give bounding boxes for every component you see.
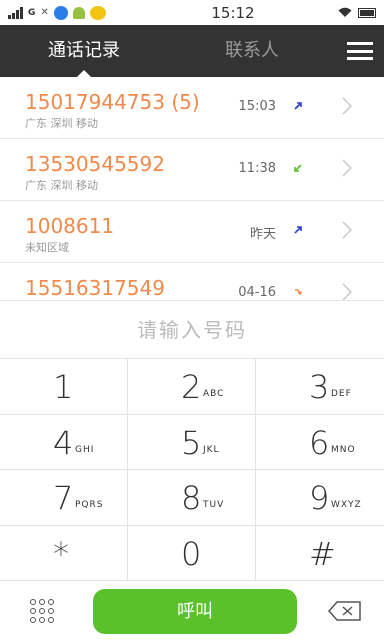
- network-type: G: [28, 7, 36, 18]
- key-7[interactable]: 7 PQRS: [0, 469, 128, 525]
- key-digit: 1: [53, 368, 74, 406]
- key-3[interactable]: 3 DEF: [256, 358, 384, 414]
- call-location: 广东 深圳 移动: [25, 179, 98, 192]
- key-letters: PQRS: [75, 500, 104, 510]
- key-letters: GHI: [75, 444, 95, 455]
- key-letters: MNO: [331, 444, 356, 455]
- key-4[interactable]: 4 GHI: [0, 413, 128, 469]
- key-9[interactable]: 9 WXYZ: [256, 469, 384, 525]
- call-button[interactable]: 呼叫: [93, 589, 297, 634]
- key-letters: ABC: [203, 389, 225, 399]
- key-hash[interactable]: #: [256, 524, 384, 581]
- call-number: 15516317549: [25, 276, 165, 300]
- call-location: 广东 深圳 移动: [25, 117, 98, 130]
- app-notification-icon: [53, 5, 68, 20]
- key-8[interactable]: 8 TUV: [128, 469, 256, 525]
- call-log-row[interactable]: 15516317549 04-16: [0, 263, 384, 300]
- top-tab-bar: 通话记录 联系人: [0, 25, 384, 77]
- key-1[interactable]: 1: [0, 358, 128, 414]
- key-digit: #: [309, 534, 336, 573]
- key-digit: 4: [53, 423, 74, 462]
- key-digit: *: [53, 534, 69, 573]
- key-digit: 3: [309, 368, 330, 406]
- key-letters: TUV: [203, 500, 225, 510]
- chevron-right-icon[interactable]: [342, 283, 353, 300]
- call-number: 13530545592: [25, 152, 165, 176]
- tab-call-log[interactable]: 通话记录: [0, 25, 168, 77]
- call-number: 1008611: [25, 214, 115, 238]
- call-time: 昨天: [249, 227, 276, 242]
- call-time: 11:38: [238, 161, 276, 176]
- call-location: 未知区域: [25, 241, 69, 254]
- signal-icon: [8, 6, 23, 19]
- call-log-list: 15017944753 (5) 广东 深圳 移动 15:03 135305455…: [0, 77, 384, 300]
- call-number: 15017944753 (5): [25, 90, 200, 114]
- call-log-row[interactable]: 1008611 未知区域 昨天: [0, 201, 384, 263]
- keypad-toggle-icon[interactable]: [30, 599, 54, 623]
- key-5[interactable]: 5 JKL: [128, 413, 256, 469]
- number-input-placeholder: 请输入号码: [137, 318, 247, 342]
- tab-contacts[interactable]: 联系人: [168, 25, 336, 77]
- chevron-right-icon[interactable]: [342, 97, 353, 115]
- bottom-action-bar: 呼叫: [0, 580, 384, 640]
- chevron-right-icon[interactable]: [342, 221, 353, 239]
- key-digit: 7: [53, 479, 74, 517]
- call-time: 15:03: [238, 99, 276, 114]
- call-time: 04-16: [238, 285, 276, 300]
- key-digit: 5: [181, 423, 202, 462]
- status-bar: G ✕ 15:12: [0, 0, 384, 25]
- key-6[interactable]: 6 MNO: [256, 413, 384, 470]
- missed-call-icon: [293, 287, 303, 300]
- battery-icon: [358, 7, 376, 18]
- call-log-row[interactable]: 13530545592 广东 深圳 移动 11:38: [0, 139, 384, 201]
- menu-icon[interactable]: [347, 38, 373, 64]
- key-digit: 6: [309, 423, 330, 462]
- number-input[interactable]: 请输入号码: [0, 300, 384, 358]
- key-letters: WXYZ: [331, 500, 362, 510]
- outgoing-call-icon: [293, 225, 303, 238]
- no-signal-icon: ✕: [40, 7, 49, 18]
- key-letters: DEF: [331, 389, 352, 399]
- incoming-call-icon: [293, 163, 303, 176]
- dial-keypad: 1 2 ABC 3 DEF 4 GHI 5 JKL 6 MNO 7 PQRS 8…: [0, 358, 384, 580]
- key-letters: JKL: [203, 444, 220, 455]
- wifi-icon: [338, 4, 352, 22]
- call-log-row[interactable]: 15017944753 (5) 广东 深圳 移动 15:03: [0, 77, 384, 139]
- chevron-right-icon[interactable]: [342, 159, 353, 177]
- key-digit: 0: [181, 534, 202, 573]
- android-icon: [72, 6, 85, 19]
- weather-icon: [89, 5, 106, 20]
- outgoing-call-icon: [293, 101, 303, 114]
- backspace-icon[interactable]: [327, 601, 362, 621]
- clock: 15:12: [211, 3, 255, 22]
- key-0[interactable]: 0: [128, 524, 256, 580]
- key-digit: 2: [181, 368, 202, 406]
- key-digit: 8: [181, 479, 202, 517]
- key-2[interactable]: 2 ABC: [128, 358, 256, 414]
- key-digit: 9: [309, 479, 330, 517]
- key-star[interactable]: *: [0, 524, 128, 580]
